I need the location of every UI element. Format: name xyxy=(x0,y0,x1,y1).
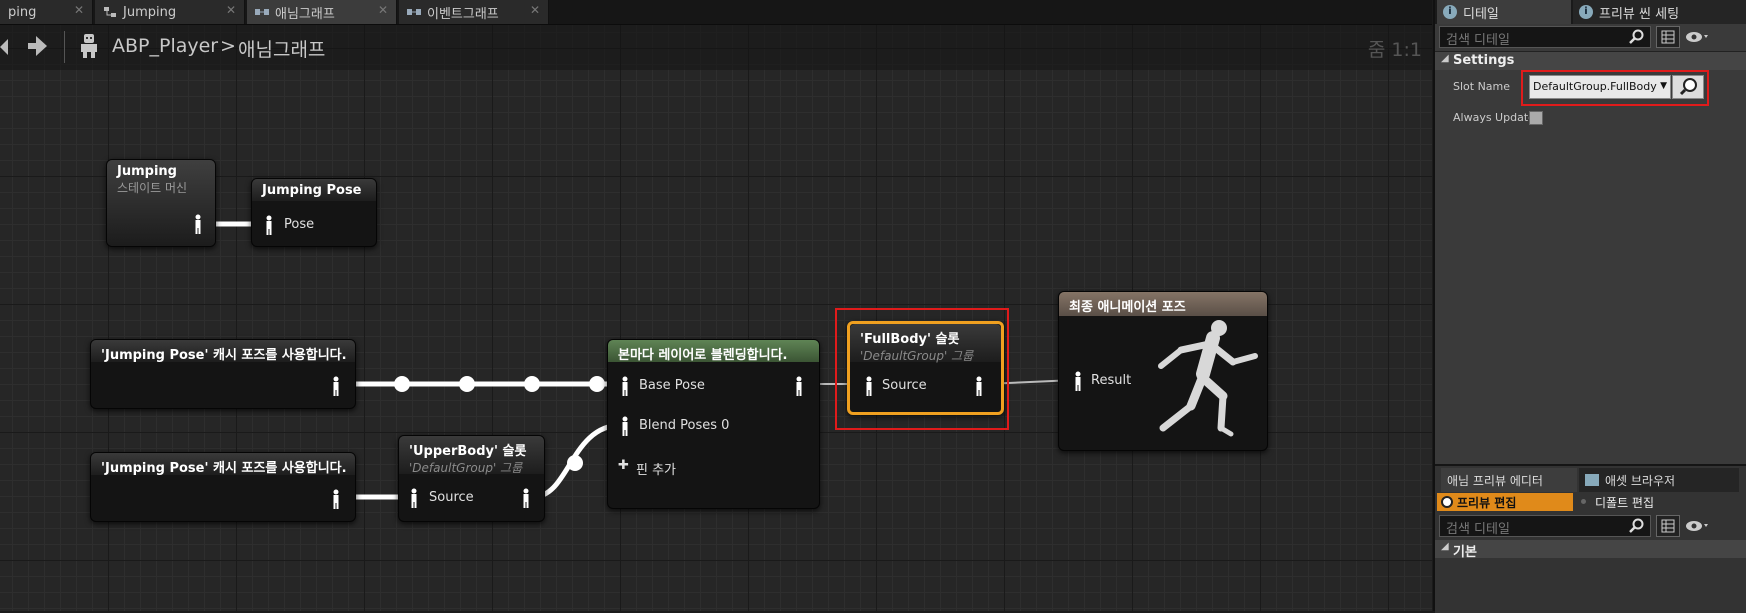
tab-anim-graph[interactable]: 애님그래프 ✕ xyxy=(247,0,397,24)
anim-graph-canvas[interactable]: ABP_Player > 애님그래프 줌 1:1 Jumping 스테이트 머신… xyxy=(0,25,1432,611)
section-title: Settings xyxy=(1453,53,1515,68)
search-placeholder: 검색 디테일 xyxy=(1446,33,1510,48)
asset-browser-icon xyxy=(1585,474,1599,486)
tab-asset-browser[interactable]: 애셋 브라우저 xyxy=(1579,468,1739,492)
pose-pin-icon[interactable] xyxy=(521,488,531,508)
node-subtitle: 스테이트 머신 xyxy=(117,181,188,195)
graph-icon xyxy=(407,9,421,15)
tab-label: Jumping xyxy=(123,4,177,20)
search-icon[interactable] xyxy=(1629,29,1645,45)
pin-label: Pose xyxy=(284,217,315,232)
table-icon xyxy=(1661,30,1675,44)
settings-section-header[interactable]: ◢ Settings xyxy=(1435,51,1746,70)
node-title: 'Jumping Pose' 캐시 포즈를 사용합니다. xyxy=(101,348,347,363)
tab-label: ping xyxy=(8,4,37,20)
view-options-button[interactable] xyxy=(1656,26,1680,48)
details-panel: i 디테일 i 프리뷰 씬 세팅 검색 디테일 ◢ Settings Slot … xyxy=(1433,0,1746,613)
graph-icon xyxy=(255,9,269,15)
search-icon[interactable] xyxy=(1629,518,1645,534)
pose-pin-icon[interactable] xyxy=(620,416,630,436)
bottom-panel: 애님 프리뷰 에디터 애셋 브라우저 프리뷰 편집 디폴트 편집 검색 디테일 … xyxy=(1435,464,1746,613)
wire-reroute-knot[interactable] xyxy=(459,376,475,392)
document-tab-bar: ping ✕ Jumping ✕ 애님그래프 ✕ 이벤트그래프 ✕ xyxy=(0,0,1432,25)
pin-label: Source xyxy=(429,490,474,505)
node-title: 'Jumping Pose' 캐시 포즈를 사용합니다. xyxy=(101,461,347,476)
node-upperbody-slot[interactable]: 'UpperBody' 슬롯 'DefaultGroup' 그룹 Source xyxy=(398,435,545,522)
tab-label: 이벤트그래프 xyxy=(427,6,499,22)
tab-label: 애셋 브라우저 xyxy=(1605,473,1676,488)
wire-reroute-knot[interactable] xyxy=(567,455,583,471)
node-use-cached-pose-2[interactable]: 'Jumping Pose' 캐시 포즈를 사용합니다. xyxy=(90,452,356,522)
pose-pin-icon[interactable] xyxy=(409,488,419,508)
tab-jumping-blueprint[interactable]: ping ✕ xyxy=(0,0,93,24)
pin-label: Blend Poses 0 xyxy=(639,418,730,433)
tab-label: 애님 프리뷰 에디터 xyxy=(1447,473,1543,488)
tab-details[interactable]: i 디테일 xyxy=(1437,0,1571,24)
tab-preview-scene-settings[interactable]: i 프리뷰 씬 세팅 xyxy=(1573,0,1746,24)
view-options-button[interactable] xyxy=(1656,515,1680,537)
node-use-cached-pose-1[interactable]: 'Jumping Pose' 캐시 포즈를 사용합니다. xyxy=(90,339,356,409)
slot-name-label: Slot Name xyxy=(1453,80,1511,93)
mode-label: 프리뷰 편집 xyxy=(1457,496,1517,510)
preview-edit-mode-button[interactable]: 프리뷰 편집 xyxy=(1437,493,1573,511)
state-machine-icon xyxy=(104,7,116,17)
node-title: Jumping xyxy=(117,164,177,179)
radio-selected-icon xyxy=(1441,496,1453,508)
collapse-arrow-icon: ◢ xyxy=(1441,541,1449,552)
wire-reroute-knot[interactable] xyxy=(394,376,410,392)
search-placeholder: 검색 디테일 xyxy=(1446,522,1510,537)
pose-pin-icon[interactable] xyxy=(264,215,274,235)
wire-reroute-knot[interactable] xyxy=(589,376,605,392)
add-pin-button[interactable]: 핀 추가 xyxy=(636,459,676,478)
pose-pin-icon[interactable] xyxy=(331,376,341,396)
eye-icon[interactable] xyxy=(1685,30,1709,44)
close-icon[interactable]: ✕ xyxy=(226,3,236,17)
node-title: Jumping Pose xyxy=(262,183,362,198)
node-title: 최종 애니메이션 포즈 xyxy=(1069,300,1186,315)
default-edit-mode-button[interactable]: 디폴트 편집 xyxy=(1577,493,1727,511)
section-title: 기본 xyxy=(1453,545,1477,560)
node-subtitle: 'DefaultGroup' 그룹 xyxy=(409,461,523,475)
details-search-input[interactable]: 검색 디테일 xyxy=(1439,26,1651,48)
node-title: 'UpperBody' 슬롯 xyxy=(409,444,527,459)
node-output-pose[interactable]: 최종 애니메이션 포즈 Result xyxy=(1058,291,1268,451)
add-pin-icon[interactable]: ✚ xyxy=(618,458,629,473)
pin-label: Result xyxy=(1091,373,1132,388)
tab-jumping[interactable]: Jumping ✕ xyxy=(95,0,245,24)
always-update-checkbox[interactable] xyxy=(1529,111,1543,125)
pose-pin-icon[interactable] xyxy=(331,489,341,509)
close-icon[interactable]: ✕ xyxy=(530,3,540,17)
close-icon[interactable]: ✕ xyxy=(378,3,388,17)
pose-pin-icon[interactable] xyxy=(794,376,804,396)
always-update-label: Always Update xyxy=(1453,111,1535,124)
pose-pin-icon[interactable] xyxy=(620,376,630,396)
collapse-arrow-icon: ◢ xyxy=(1441,53,1449,64)
node-layered-blend-per-bone[interactable]: 본마다 레이어로 블렌딩합니다. Base Pose Blend Poses 0… xyxy=(607,339,820,509)
node-jumping-pose[interactable]: Jumping Pose Pose xyxy=(251,178,377,247)
pose-pin-icon[interactable] xyxy=(193,214,203,234)
tab-anim-preview-editor[interactable]: 애님 프리뷰 에디터 xyxy=(1441,468,1577,492)
running-mannequin-icon xyxy=(1158,320,1258,437)
pin-label: Base Pose xyxy=(639,378,705,393)
eye-icon[interactable] xyxy=(1685,519,1709,533)
radio-unselected-icon xyxy=(1581,499,1586,504)
close-icon[interactable]: ✕ xyxy=(74,3,84,17)
table-icon xyxy=(1661,519,1675,533)
node-title: 본마다 레이어로 블렌딩합니다. xyxy=(618,348,788,363)
tab-label: 디테일 xyxy=(1463,6,1499,22)
tab-label: 프리뷰 씬 세팅 xyxy=(1599,6,1680,22)
preview-search-input[interactable]: 검색 디테일 xyxy=(1439,515,1651,537)
pose-pin-icon[interactable] xyxy=(1073,371,1083,391)
tab-event-graph[interactable]: 이벤트그래프 ✕ xyxy=(399,0,549,24)
info-icon: i xyxy=(1443,5,1457,19)
info-icon: i xyxy=(1579,5,1593,19)
basic-section-header[interactable]: ◢ 기본 xyxy=(1435,540,1746,560)
node-jumping-state-machine[interactable]: Jumping 스테이트 머신 xyxy=(106,159,216,247)
mode-label: 디폴트 편집 xyxy=(1595,496,1655,510)
wire-reroute-knot[interactable] xyxy=(524,376,540,392)
tab-label: 애님그래프 xyxy=(275,6,335,22)
highlight-box-fullbody-slot xyxy=(835,308,1009,430)
highlight-box-slot-name xyxy=(1521,70,1709,106)
